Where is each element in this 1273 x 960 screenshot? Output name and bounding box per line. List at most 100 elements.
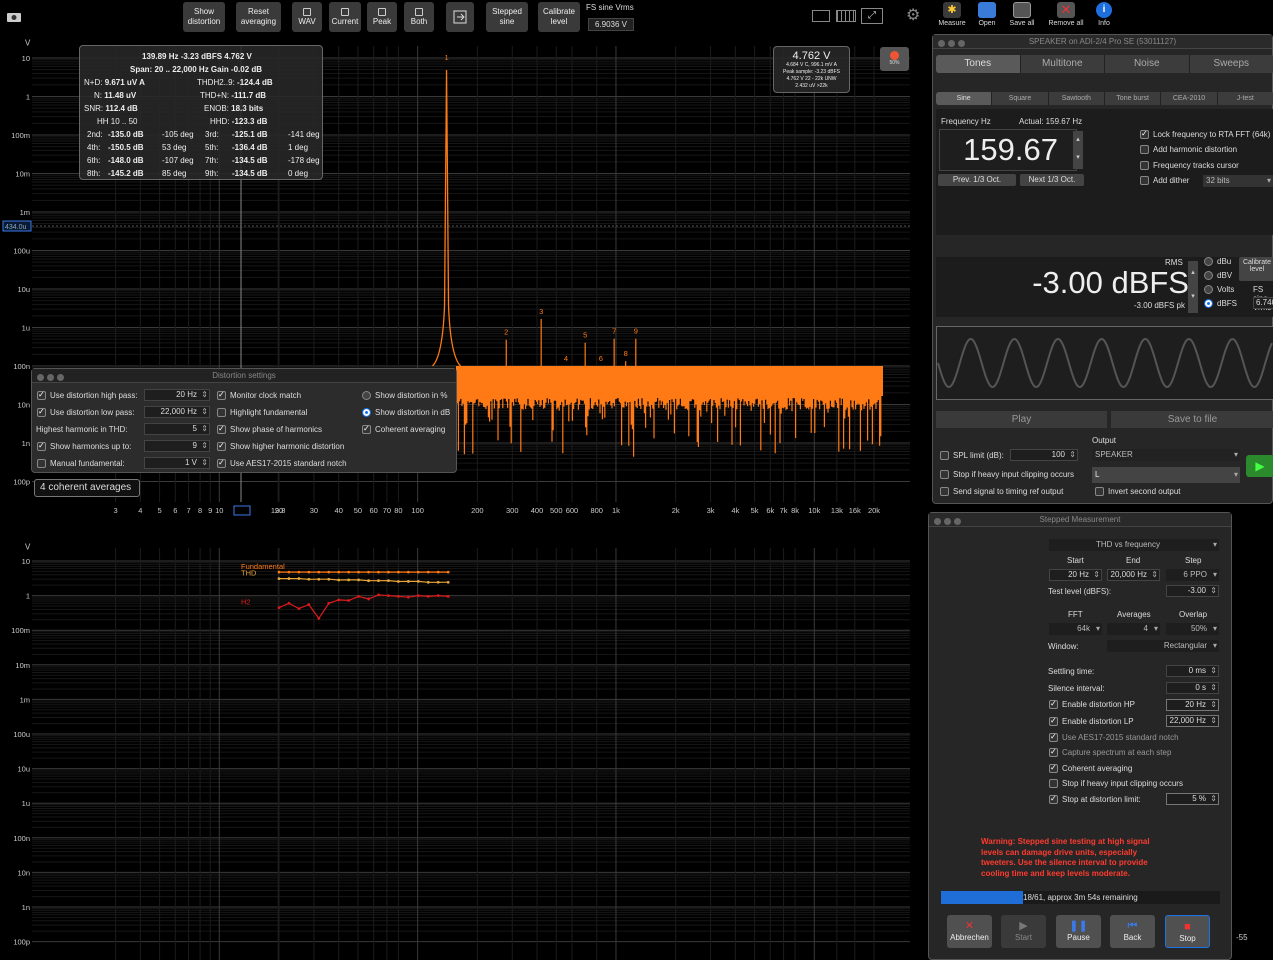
send-timing-checkbox[interactable] [940,487,949,496]
start-field[interactable]: 20 Hz [1049,569,1102,581]
tab-tone-burst[interactable]: Tone burst [1105,92,1162,105]
highlight-fundamental-checkbox[interactable] [217,408,226,417]
layout-single-icon[interactable] [812,10,830,22]
export-icon[interactable] [446,2,474,32]
stop-button[interactable]: ■ Stop [1165,915,1210,948]
capture-spectrum-checkbox[interactable] [1049,747,1058,757]
window-controls[interactable] [37,372,67,386]
calibrate-level-button[interactable]: Calibrate level [538,2,580,32]
stop-limit-field[interactable]: 5 % [1166,793,1219,805]
both-button[interactable]: Both [404,2,434,32]
next-octave-button[interactable]: Next 1/3 Oct. [1020,174,1084,186]
tab-tones[interactable]: Tones [936,55,1021,73]
show-harmonics-checkbox[interactable] [37,441,46,451]
tab-cea-2010[interactable]: CEA-2010 [1161,92,1218,105]
silence-field[interactable]: 0 s [1166,682,1219,694]
hp-field[interactable]: 20 Hz [144,389,210,401]
unit-dbv-radio[interactable] [1204,271,1213,280]
overlap-select[interactable]: 50% [1166,623,1219,635]
play-icon[interactable]: ▶ [1246,455,1273,477]
use-aes-checkbox[interactable] [217,458,226,468]
calibrate-button[interactable]: Calibrate level [1239,257,1273,281]
lp-field[interactable]: 22,000 Hz [144,406,210,418]
distortion-db-radio[interactable] [362,408,371,417]
dither-select[interactable]: 32 bits [1203,175,1273,187]
layout-bars-icon[interactable] [836,10,856,22]
gear-icon[interactable]: ⚙ [906,8,920,24]
peak-button[interactable]: Peak [367,2,397,32]
stop-limit-checkbox[interactable] [1049,794,1058,804]
frequency-tracks-checkbox[interactable] [1140,161,1149,170]
lp-checkbox[interactable] [37,407,46,417]
test-level-field[interactable]: -3.00 [1166,585,1219,597]
tab-j-test[interactable]: J-test [1218,92,1273,105]
spl-limit-checkbox[interactable] [940,451,949,460]
fft-select[interactable]: 64k [1049,623,1102,635]
unit-dbfs-radio[interactable] [1204,299,1213,308]
add-harmonic-checkbox[interactable] [1140,145,1149,154]
manual-fundamental-checkbox[interactable] [37,459,46,468]
save-all-button[interactable]: Save all [1004,2,1040,27]
tab-sine[interactable]: Sine [936,92,993,105]
invert-second-checkbox[interactable] [1095,487,1104,496]
stepped-coherent-checkbox[interactable] [1049,763,1058,773]
thd-vs-frequency-plot[interactable]: V101100m10m1m100u10u1u100n10n1n100pFunda… [0,536,910,960]
enable-hp-checkbox[interactable] [1049,699,1058,709]
pause-button[interactable]: ❚❚ Pause [1056,915,1101,948]
tab-sweeps[interactable]: Sweeps [1190,55,1273,73]
step-select[interactable]: 6 PPO [1166,569,1219,581]
prev-octave-button[interactable]: Prev. 1/3 Oct. [938,174,1016,186]
enable-hp-field[interactable]: 20 Hz [1166,699,1219,711]
stepped-window-controls[interactable] [934,516,964,530]
enable-lp-field[interactable]: 22,000 Hz [1166,715,1219,727]
coherent-averaging-checkbox[interactable] [362,424,371,434]
add-dither-checkbox[interactable] [1140,176,1149,185]
hp-checkbox[interactable] [37,390,46,400]
level-stepper[interactable]: ▴ ▾ [1188,261,1198,313]
end-field[interactable]: 20,000 Hz [1107,569,1160,581]
abbrechen-button[interactable]: ✕ Abbrechen [947,915,992,948]
fullscreen-icon[interactable]: ⤢ [861,8,883,24]
back-button[interactable]: ⏮ Back [1110,915,1155,948]
current-button[interactable]: Current [329,2,361,32]
averages-select[interactable]: 4 [1107,623,1160,635]
level-input[interactable]: -3.00 dBFS [993,266,1189,300]
stop-clip-checkbox[interactable] [1049,779,1058,788]
info-button[interactable]: i Info [1086,2,1122,27]
record-button[interactable]: 50% [880,47,909,71]
save-to-file-button[interactable]: Save to file [1111,411,1273,428]
frequency-stepper[interactable]: ▴ ▾ [1073,131,1083,169]
distortion-percent-radio[interactable] [362,391,371,400]
monitor-clock-checkbox[interactable] [217,390,226,400]
mode-select[interactable]: THD vs frequency [1049,539,1219,551]
tab-square[interactable]: Square [992,92,1049,105]
stepped-sine-button[interactable]: Stepped sine [486,2,528,32]
measure-button[interactable]: ✱ Measure [934,2,970,27]
tab-multitone[interactable]: Multitone [1021,55,1105,73]
stop-clipping-checkbox[interactable] [940,470,949,479]
show-distortion-button[interactable]: Show distortion [183,2,225,32]
play-button[interactable]: Play [936,411,1107,428]
reset-averaging-button[interactable]: Reset averaging [236,2,281,32]
fs-sine-input[interactable]: 6.9036 V [588,18,634,31]
show-higher-checkbox[interactable] [217,441,226,451]
highest-harmonic-field[interactable]: 5 [144,423,210,435]
settling-field[interactable]: 0 ms [1166,665,1219,677]
open-button[interactable]: Open [969,2,1005,27]
aes-notch-checkbox[interactable] [1049,732,1058,742]
window-select[interactable]: Rectangular [1107,640,1219,652]
manual-fundamental-field[interactable]: 1 V [144,457,210,469]
tab-noise[interactable]: Noise [1105,55,1190,73]
remove-all-button[interactable]: ✕ Remove all [1048,2,1084,27]
output-device-select[interactable]: SPEAKER [1092,449,1240,461]
enable-lp-checkbox[interactable] [1049,716,1058,726]
show-phase-checkbox[interactable] [217,424,226,434]
unit-dbu-radio[interactable] [1204,257,1213,266]
output-channel-select[interactable]: L [1092,467,1240,483]
unit-volts-radio[interactable] [1204,285,1213,294]
lock-frequency-checkbox[interactable] [1140,129,1149,139]
gen-window-controls[interactable] [938,38,968,52]
wav-button[interactable]: WAV [292,2,322,32]
spl-limit-field[interactable]: 100 [1010,449,1078,461]
start-button[interactable]: ▶ Start [1001,915,1046,948]
